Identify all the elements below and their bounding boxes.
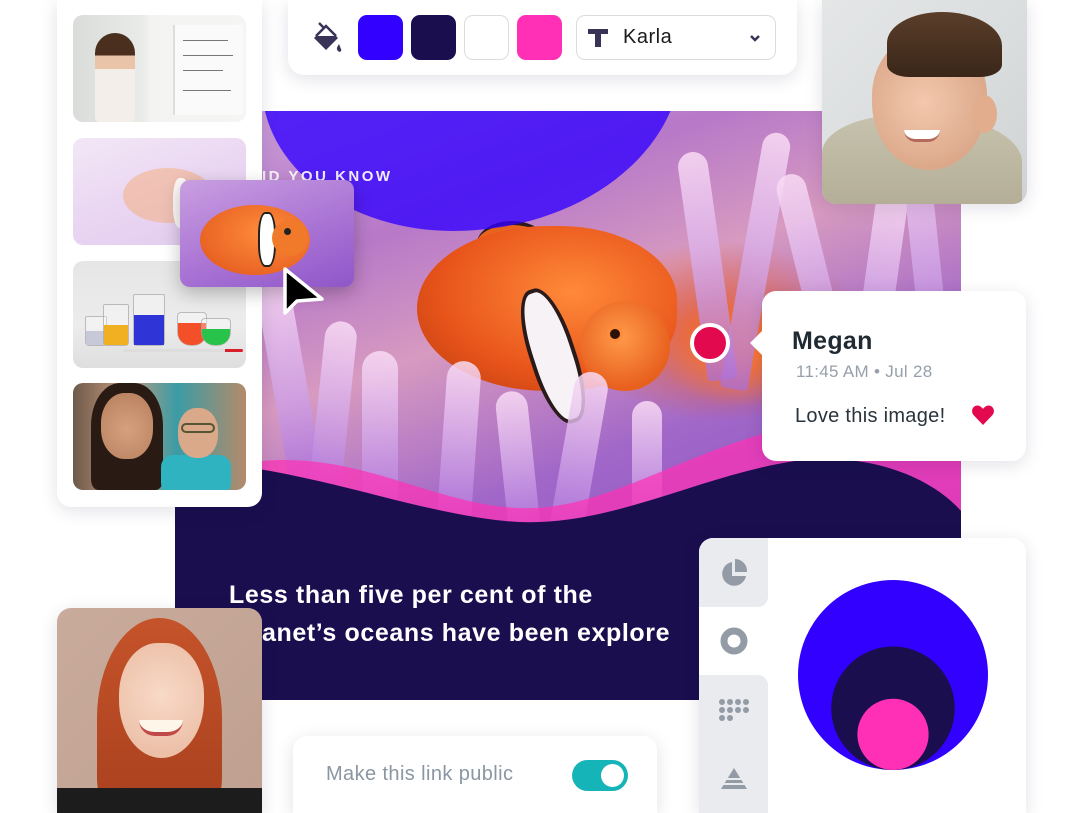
smiling-redhead-avatar xyxy=(57,608,262,813)
style-toolbar: Karla xyxy=(288,0,797,75)
chart-preview xyxy=(798,580,988,770)
paint-bucket-icon[interactable] xyxy=(308,20,344,56)
swatch-navy[interactable] xyxy=(411,15,456,60)
swatch-blue[interactable] xyxy=(358,15,403,60)
chart-type-tabs xyxy=(699,538,768,813)
tab-donut-chart[interactable] xyxy=(699,607,768,675)
preview-circle-3 xyxy=(857,698,929,770)
teacher-figure xyxy=(95,33,135,122)
comment-date: Jul 28 xyxy=(885,362,933,381)
public-link-label: Make this link public xyxy=(326,763,514,785)
comment-timestamp: 11:45 AM • Jul 28 xyxy=(796,362,932,382)
comment-time: 11:45 AM xyxy=(796,362,869,381)
toggle-knob xyxy=(601,764,624,787)
pyramid-icon[interactable] xyxy=(719,767,748,791)
smiling-boy-avatar xyxy=(822,0,1027,204)
share-settings: Make this link public xyxy=(293,736,657,813)
dot-grid-icon[interactable] xyxy=(718,698,750,722)
text-t-icon xyxy=(588,28,608,47)
tab-pie-chart[interactable] xyxy=(699,538,768,607)
pie-chart-icon xyxy=(721,558,747,586)
donut-chart-icon xyxy=(720,627,747,655)
dragged-thumbnail[interactable] xyxy=(180,180,354,287)
chevron-down-icon xyxy=(750,34,760,42)
heart-icon[interactable] xyxy=(971,404,995,426)
tab-group-more xyxy=(699,675,768,813)
font-family-value: Karla xyxy=(623,26,673,48)
mouse-cursor-icon xyxy=(283,267,324,315)
public-link-toggle[interactable] xyxy=(572,760,628,791)
thumbnail-whiteboard[interactable] xyxy=(73,15,246,122)
comment-author: Megan xyxy=(792,327,873,355)
comment-text: Love this image! xyxy=(795,405,946,427)
comment-separator: • xyxy=(874,362,881,381)
comment-marker[interactable] xyxy=(690,323,730,363)
chart-type-picker xyxy=(699,538,1026,813)
font-family-dropdown[interactable]: Karla xyxy=(576,15,776,60)
comment-popover: Megan 11:45 AM • Jul 28 Love this image! xyxy=(750,291,1026,461)
thumbnail-students[interactable] xyxy=(73,383,246,490)
swatch-pink[interactable] xyxy=(517,15,562,60)
swatch-white[interactable] xyxy=(464,15,509,60)
